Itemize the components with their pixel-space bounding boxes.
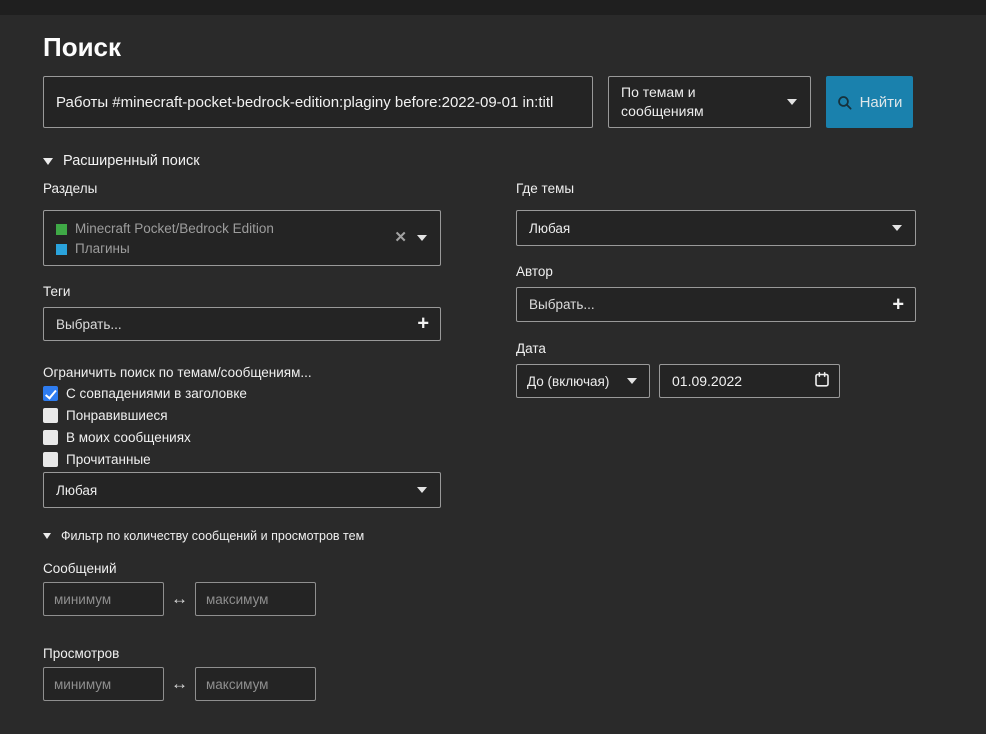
messages-max-input[interactable] bbox=[195, 582, 316, 616]
date-value: 01.09.2022 bbox=[672, 373, 742, 389]
constraints-field: Ограничить поиск по темам/сообщениям... … bbox=[43, 365, 441, 508]
where-topics-label: Где темы bbox=[516, 181, 916, 196]
where-topics-field: Где темы Любая bbox=[516, 181, 916, 246]
advanced-search-panel: Разделы Minecraft Pocket/Bedrock Edition… bbox=[43, 179, 916, 701]
date-field: Дата До (включая) 01.09.2022 bbox=[516, 341, 916, 398]
author-label: Автор bbox=[516, 264, 916, 279]
constraints-label: Ограничить поиск по темам/сообщениям... bbox=[43, 365, 441, 380]
checkbox-row: Понравившиеся bbox=[43, 408, 441, 423]
find-button-label: Найти bbox=[860, 94, 903, 111]
author-placeholder: Выбрать... bbox=[529, 297, 595, 312]
count-filter-label: Фильтр по количеству сообщений и просмот… bbox=[61, 529, 364, 543]
checkbox-row: В моих сообщениях bbox=[43, 430, 441, 445]
checkbox-label: Понравившиеся bbox=[66, 408, 168, 423]
page-title: Поиск bbox=[43, 32, 916, 63]
search-query-input[interactable] bbox=[43, 76, 593, 128]
author-token-input[interactable]: Выбрать... + bbox=[516, 287, 916, 322]
views-count-label: Просмотров bbox=[43, 646, 441, 661]
search-icon bbox=[837, 95, 852, 110]
search-scope-value: По темам и сообщениям bbox=[621, 83, 780, 121]
section-color-swatch bbox=[56, 244, 67, 255]
left-column: Разделы Minecraft Pocket/Bedrock Edition… bbox=[43, 179, 441, 701]
reply-state-value: Любая bbox=[56, 483, 97, 498]
tags-label: Теги bbox=[43, 284, 441, 299]
calendar-icon[interactable] bbox=[814, 372, 830, 391]
date-mode-value: До (включая) bbox=[527, 374, 609, 389]
checkbox-label: Прочитанные bbox=[66, 452, 151, 467]
sections-multiselect[interactable]: Minecraft Pocket/Bedrock Edition Плагины… bbox=[43, 210, 441, 266]
selected-section-name: Minecraft Pocket/Bedrock Edition bbox=[75, 219, 274, 239]
search-bar: По темам и сообщениям Найти bbox=[43, 76, 916, 128]
advanced-search-toggle[interactable]: Расширенный поиск bbox=[43, 153, 916, 169]
chevron-down-icon bbox=[787, 99, 797, 105]
range-arrow-icon: ↔ bbox=[164, 589, 195, 609]
chevron-down-icon bbox=[627, 378, 637, 384]
advanced-search-label: Расширенный поиск bbox=[63, 153, 200, 169]
range-arrow-icon: ↔ bbox=[164, 674, 195, 694]
reply-state-select[interactable]: Любая bbox=[43, 472, 441, 508]
find-button[interactable]: Найти bbox=[826, 76, 913, 128]
where-topics-select[interactable]: Любая bbox=[516, 210, 916, 246]
add-icon[interactable]: + bbox=[417, 313, 429, 333]
author-field: Автор Выбрать... + bbox=[516, 264, 916, 322]
right-column: Где темы Любая Автор Выбрать... + Дата Д… bbox=[516, 179, 916, 701]
date-row: До (включая) 01.09.2022 bbox=[516, 364, 916, 398]
count-filter-toggle[interactable]: Фильтр по количеству сообщений и просмот… bbox=[43, 529, 441, 543]
top-navigation-bar bbox=[0, 0, 986, 15]
clear-selection-icon[interactable]: ✕ bbox=[394, 230, 407, 245]
checkbox-row: С совпадениями в заголовке bbox=[43, 386, 441, 401]
selected-section-item: Плагины bbox=[56, 239, 130, 259]
my-posts-checkbox[interactable] bbox=[43, 430, 58, 445]
collapse-triangle-icon bbox=[43, 533, 51, 539]
tags-token-input[interactable]: Выбрать... + bbox=[43, 307, 441, 341]
liked-checkbox[interactable] bbox=[43, 408, 58, 423]
tags-field: Теги Выбрать... + bbox=[43, 284, 441, 341]
chevron-down-icon bbox=[892, 225, 902, 231]
read-checkbox[interactable] bbox=[43, 452, 58, 467]
date-label: Дата bbox=[516, 341, 916, 356]
section-color-swatch bbox=[56, 224, 67, 235]
checkbox-label: В моих сообщениях bbox=[66, 430, 191, 445]
messages-count-field: Сообщений ↔ bbox=[43, 561, 441, 616]
chevron-down-icon bbox=[417, 235, 427, 241]
views-count-field: Просмотров ↔ bbox=[43, 646, 441, 701]
views-min-input[interactable] bbox=[43, 667, 164, 701]
search-page: Поиск По темам и сообщениям Найти Расшир… bbox=[0, 15, 916, 701]
collapse-triangle-icon bbox=[43, 158, 53, 165]
messages-range-row: ↔ bbox=[43, 582, 441, 616]
chevron-down-icon bbox=[417, 487, 427, 493]
sections-label: Разделы bbox=[43, 181, 441, 196]
selected-section-item: Minecraft Pocket/Bedrock Edition bbox=[56, 219, 274, 239]
search-scope-select[interactable]: По темам и сообщениям bbox=[608, 76, 811, 128]
date-mode-select[interactable]: До (включая) bbox=[516, 364, 650, 398]
where-topics-value: Любая bbox=[529, 221, 570, 236]
selected-section-name: Плагины bbox=[75, 239, 130, 259]
date-input[interactable]: 01.09.2022 bbox=[659, 364, 840, 398]
views-max-input[interactable] bbox=[195, 667, 316, 701]
sections-field: Разделы Minecraft Pocket/Bedrock Edition… bbox=[43, 181, 441, 266]
checkbox-label: С совпадениями в заголовке bbox=[66, 386, 247, 401]
views-range-row: ↔ bbox=[43, 667, 441, 701]
add-icon[interactable]: + bbox=[892, 294, 904, 314]
checkbox-row: Прочитанные bbox=[43, 452, 441, 467]
title-only-checkbox[interactable] bbox=[43, 386, 58, 401]
messages-count-label: Сообщений bbox=[43, 561, 441, 576]
tags-placeholder: Выбрать... bbox=[56, 317, 122, 332]
messages-min-input[interactable] bbox=[43, 582, 164, 616]
